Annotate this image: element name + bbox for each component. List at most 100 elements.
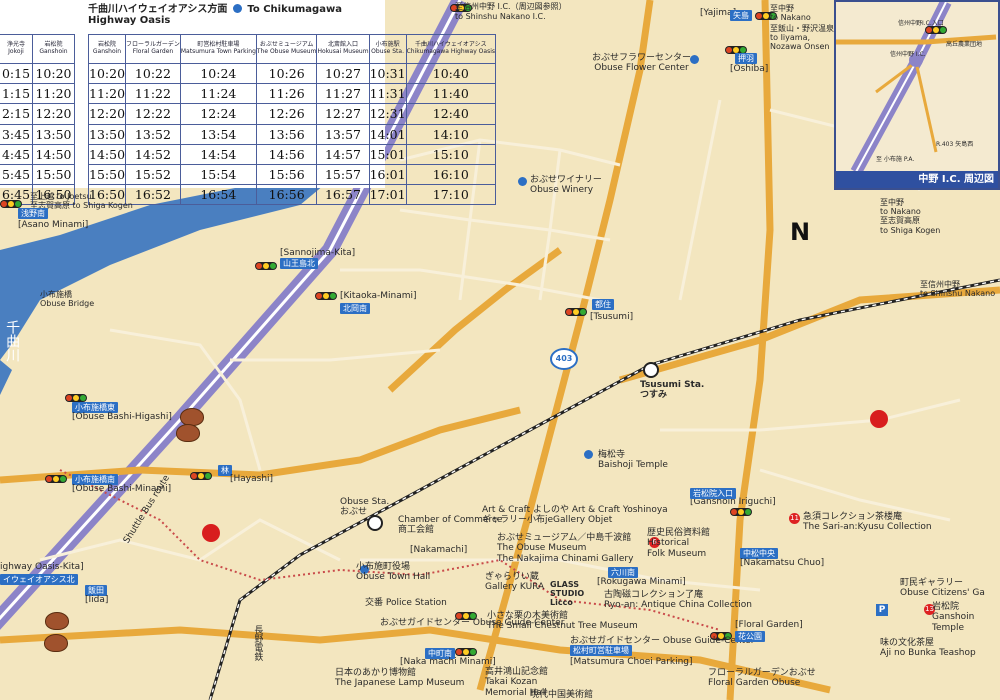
label-to-nakano-ic-en: to Shinshu Nakano I.C.	[455, 12, 546, 21]
timetable-right-cell: 10:31	[368, 62, 407, 85]
timetable-right-cell: 12:20	[87, 103, 127, 125]
timetable-left-cell: 11:20	[31, 83, 76, 105]
timetable-right-cell: 12:24	[179, 103, 257, 125]
timetable-right-cell: 16:54	[179, 184, 257, 206]
timetable-right-cell: 14:10	[405, 123, 497, 145]
timetable-right-row: 11:20 11:22 11:24 11:26 11:27 11:31 11:40	[87, 83, 497, 105]
timetable-right-cell: 11:27	[316, 83, 370, 105]
inset-title: 中野 I.C. 周辺図	[836, 171, 998, 188]
label-guide-center: おぶせガイドセンター Obuse Guide-Center	[380, 618, 565, 628]
timetable-right-cell: 16:52	[125, 184, 181, 206]
timetable-right-cell: 11:24	[179, 83, 257, 105]
timetable-right-cell: 10:24	[179, 62, 257, 85]
label-citizens-gallery: 町民ギャラリー Obuse Citizens' Ga	[900, 578, 985, 599]
label-to-shinshu-nakano: 至信州中野 to Shinshu Nakano	[920, 280, 996, 299]
apple-icon	[202, 524, 220, 542]
timetable-left-column-header: 岩松院 Ganshoin	[31, 34, 76, 64]
timetable-right-cell: 10:20	[87, 62, 127, 85]
chestnut-icon	[44, 634, 68, 652]
inset-label: 至 小布施 P.A.	[876, 156, 915, 163]
timetable-left-cell: 0:15	[0, 62, 33, 85]
timetable-right-cell: 16:56	[255, 184, 318, 206]
inset-label: R.403 矢島西	[936, 141, 974, 148]
tag-oshiba: 押羽	[735, 53, 757, 64]
label-lamp-museum: 日本のあかり博物館 The Japanese Lamp Museum	[335, 668, 465, 689]
timetable-left-cell: 4:45	[0, 143, 33, 165]
label-nakamachi: [Nakamachi]	[410, 545, 468, 555]
timetable-right-cell: 12:22	[125, 103, 181, 125]
timetable-header: 千曲川ハイウェイオアシス方面 To Chikumagawa Highway Oa…	[88, 0, 385, 26]
timetable-right-cell: 14:52	[125, 143, 181, 165]
tag-rokugawa: 六川南	[608, 567, 638, 578]
north-arrow-icon: N	[790, 218, 811, 246]
timetable-right-cell: 13:56	[255, 123, 318, 145]
timetable-left-cell: 1:15	[0, 83, 33, 105]
route-403-icon: 403	[550, 348, 578, 370]
bus-timetable: 千曲川ハイウェイオアシス方面 To Chikumagawa Highway Oa…	[0, 0, 497, 206]
timetable-right-cell: 12:40	[405, 103, 497, 125]
label-chinese-art: 現代中国美術館	[530, 690, 594, 700]
chestnut-icon	[180, 408, 204, 426]
tag-yajima: 矢島	[730, 10, 752, 21]
traffic-signal-icon	[0, 200, 22, 208]
timetable-right-row: 13:50 13:52 13:54 13:56 13:57 14:01 14:10	[87, 123, 497, 145]
timetable-right-cell: 10:27	[316, 62, 370, 85]
timetable-left-row: 0:15 10:20	[0, 62, 76, 85]
blue-dot-icon	[232, 4, 242, 13]
traffic-signal-icon	[255, 262, 277, 270]
traffic-signal-icon	[730, 508, 752, 516]
label-matsumura: [Matsumura Choei Parking]	[570, 657, 693, 667]
tag-oasis-kita: イウェイオアシス北	[0, 574, 78, 585]
traffic-signal-icon	[925, 26, 947, 34]
timetable-left-cell: 10:20	[31, 62, 76, 85]
label-to-nakano-ic-jp: 至信州中野 I.C.（周辺図参照）	[455, 2, 567, 11]
timetable-right-cell: 16:10	[405, 163, 497, 186]
label-nagano-railway: 長野電鉄	[252, 625, 263, 661]
label-folk-museum: 歴史民俗資料館 Historical Folk Museum	[647, 528, 711, 559]
label-glass-studio: GLASS STUDIO Licco	[550, 580, 585, 608]
label-police: 交番 Police Station	[365, 598, 447, 608]
timetable-right-cell: 15:57	[316, 163, 370, 186]
label-nakamatsu: [Nakamatsu Chuo]	[740, 558, 825, 568]
timetable-left-table: 浄光寺 Jokoji 岩松院 Ganshoin 0:15 10:20 1:15 11:2…	[0, 34, 76, 206]
timetable-right-cell: 14:54	[179, 143, 257, 165]
label-kitaoka: [Kitaoka-Minami]	[340, 291, 417, 301]
timetable-left-cell: 2:15	[0, 103, 33, 125]
label-obuse-bridge: 小布施橋 Obuse Bridge	[40, 290, 95, 309]
timetable-right-cell: 15:10	[405, 143, 497, 165]
tag-sannojima: 山王島北	[280, 258, 318, 269]
label-flower-center: おぶせフラワーセンター Obuse Flower Center	[592, 53, 692, 74]
label-nakamachi-minami: [Naka machi Minami]	[400, 657, 496, 667]
timetable-right-table: 岩松院 Ganshoin フローラルガーデン Floral Garden 町営松村駐…	[87, 34, 497, 206]
label-art-craft: Art & Craft よしのや Art & Craft Yoshinoya ギ…	[482, 505, 668, 526]
label-obuse-sta: Obuse Sta. おぶせ	[340, 497, 390, 518]
tag-tsusumi: 都住	[592, 299, 614, 310]
traffic-signal-icon	[455, 648, 477, 656]
timetable-left-cell: 15:50	[31, 163, 76, 186]
timetable-right-cell: 15:52	[125, 163, 181, 186]
traffic-signal-icon	[65, 394, 87, 402]
timetable-right-column-header: 岩松院 Ganshoin	[87, 34, 127, 64]
chestnut-icon	[176, 424, 200, 442]
label-to-nakano-shiga: 至中野 to Nakano 至志賀高原 to Shiga Kogen	[880, 198, 941, 235]
timetable-right-cell: 11:31	[368, 83, 407, 105]
timetable-left-row: 1:15 11:20	[0, 83, 76, 105]
number-marker-11: 11	[789, 513, 800, 524]
timetable-right-cell: 16:01	[368, 163, 407, 186]
label-bashi-higashi: [Obuse Bashi-Higashi]	[72, 412, 172, 422]
timetable-right-cell: 15:54	[179, 163, 257, 186]
timetable-right-row: 10:20 10:22 10:24 10:26 10:27 10:31 10:40	[87, 62, 497, 85]
timetable-right-row: 14:50 14:52 14:54 14:56 14:57 15:01 15:10	[87, 143, 497, 165]
label-winery: おぶせワイナリー Obuse Winery	[530, 175, 602, 196]
label-ryoan: 古陶磁コレクション了庵 Ryo-an: Antique China Collec…	[604, 590, 752, 611]
label-baishoji: 梅松寺 Baishoji Temple	[598, 450, 668, 471]
label-tsusumi: [Tsusumi]	[590, 312, 634, 322]
chestnut-icon	[45, 612, 69, 630]
timetable-right-cell: 13:52	[125, 123, 181, 145]
timetable-right-cell: 10:22	[125, 62, 181, 85]
parking-icon: P	[876, 604, 888, 616]
timetable-right-cell: 15:56	[255, 163, 318, 186]
timetable-left-cell: 14:50	[31, 143, 76, 165]
label-chikuma-river: 千曲川	[4, 320, 21, 362]
label-oshiba: [Oshiba]	[730, 64, 769, 74]
